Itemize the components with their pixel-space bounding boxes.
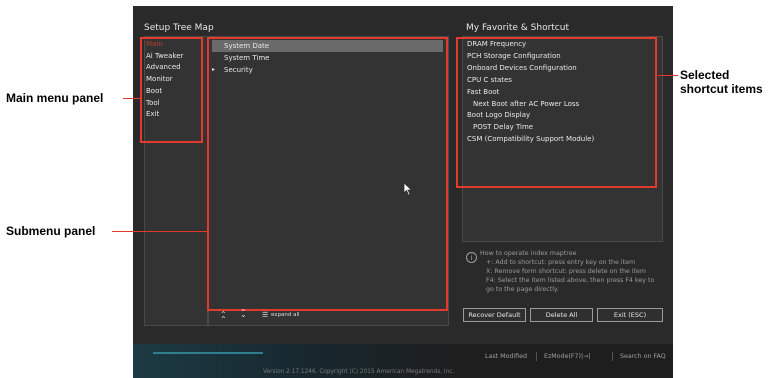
shortcut-item[interactable]: POST Delay Time	[467, 122, 594, 134]
search-faq-link[interactable]: Search on FAQ	[620, 353, 666, 360]
shortcut-item[interactable]: Boot Logo Display	[467, 110, 594, 122]
recover-default-button[interactable]: Recover Default	[463, 308, 526, 322]
help-line: +: Add to shortcut: press entry key on t…	[486, 259, 636, 266]
shortcut-item[interactable]: CPU C states	[467, 75, 594, 87]
main-menu-callout: Main menu panel	[6, 91, 104, 105]
help-line: F4: Select the item listed above, then p…	[486, 277, 655, 284]
shortcut-callout-line2: shortcut items	[680, 82, 763, 96]
collapse-up-icon-2: ⌃	[220, 315, 227, 324]
info-icon: i	[466, 252, 477, 263]
submenu-item-label: Security	[224, 66, 253, 74]
submenu-highlight	[207, 37, 448, 311]
expand-arrow-icon: ▸	[212, 66, 216, 73]
submenu-item-system-time[interactable]: System Time	[212, 52, 443, 64]
submenu-list: System Date System Time ▸ Security	[212, 40, 443, 76]
shortcut-item[interactable]: Next Boot after AC Power Loss	[467, 99, 594, 111]
submenu-item-system-date[interactable]: System Date	[212, 40, 443, 52]
submenu-callout: Submenu panel	[6, 224, 96, 238]
exit-button[interactable]: Exit (ESC)	[597, 308, 663, 322]
help-line: go to the page directly.	[486, 286, 559, 293]
expand-all-icon: ☰	[262, 311, 269, 319]
submenu-callout-line	[112, 231, 207, 232]
mouse-cursor-icon	[403, 182, 413, 196]
footer-divider	[536, 352, 537, 361]
main-menu-item-advanced[interactable]: Advanced	[146, 62, 183, 74]
help-line: How to operate index maptree	[480, 250, 577, 257]
main-menu-callout-line	[123, 98, 140, 99]
footer-divider-2	[612, 352, 613, 361]
shortcut-item[interactable]: PCH Storage Configuration	[467, 51, 594, 63]
main-menu-item-boot[interactable]: Boot	[146, 86, 183, 98]
setup-tree-title: Setup Tree Map	[144, 23, 214, 33]
expand-all-button[interactable]: expand all	[271, 312, 300, 318]
ezmode-link[interactable]: EzMode(F7)|→|	[544, 353, 591, 360]
main-menu-item-tool[interactable]: Tool	[146, 98, 183, 110]
main-menu-list: Main Ai Tweaker Advanced Monitor Boot Tool Exi…	[146, 39, 183, 121]
shortcut-item[interactable]: CSM (Compatibility Support Module)	[467, 134, 594, 146]
main-menu-item-main[interactable]: Main	[146, 39, 183, 51]
delete-all-button[interactable]: Delete All	[530, 308, 593, 322]
main-menu-item-ai-tweaker[interactable]: Ai Tweaker	[146, 51, 183, 63]
footer-decoration	[153, 352, 263, 354]
help-line: X: Remove form shortcut: press delete on…	[486, 268, 647, 275]
help-text: How to operate index maptree +: Add to sh…	[480, 249, 654, 294]
version-text: Version 2.17.1246. Copyright (C) 2015 Am…	[263, 369, 455, 375]
last-modified-link[interactable]: Last Modified	[485, 353, 527, 360]
main-menu-item-monitor[interactable]: Monitor	[146, 74, 183, 86]
submenu-item-security[interactable]: ▸ Security	[212, 64, 443, 76]
shortcut-list: DRAM Frequency PCH Storage Configuration O…	[467, 39, 594, 146]
main-menu-item-exit[interactable]: Exit	[146, 109, 183, 121]
expand-down-icon-2: ⌄	[240, 304, 247, 313]
submenu-item-label: System Time	[224, 54, 270, 62]
shortcut-callout-line	[658, 75, 678, 76]
shortcut-item[interactable]: Fast Boot	[467, 87, 594, 99]
submenu-item-label: System Date	[224, 42, 270, 50]
shortcut-item[interactable]: DRAM Frequency	[467, 39, 594, 51]
shortcut-callout-line1: Selected	[680, 68, 730, 82]
shortcut-item[interactable]: Onboard Devices Configuration	[467, 63, 594, 75]
favorite-title: My Favorite & Shortcut	[466, 23, 569, 33]
